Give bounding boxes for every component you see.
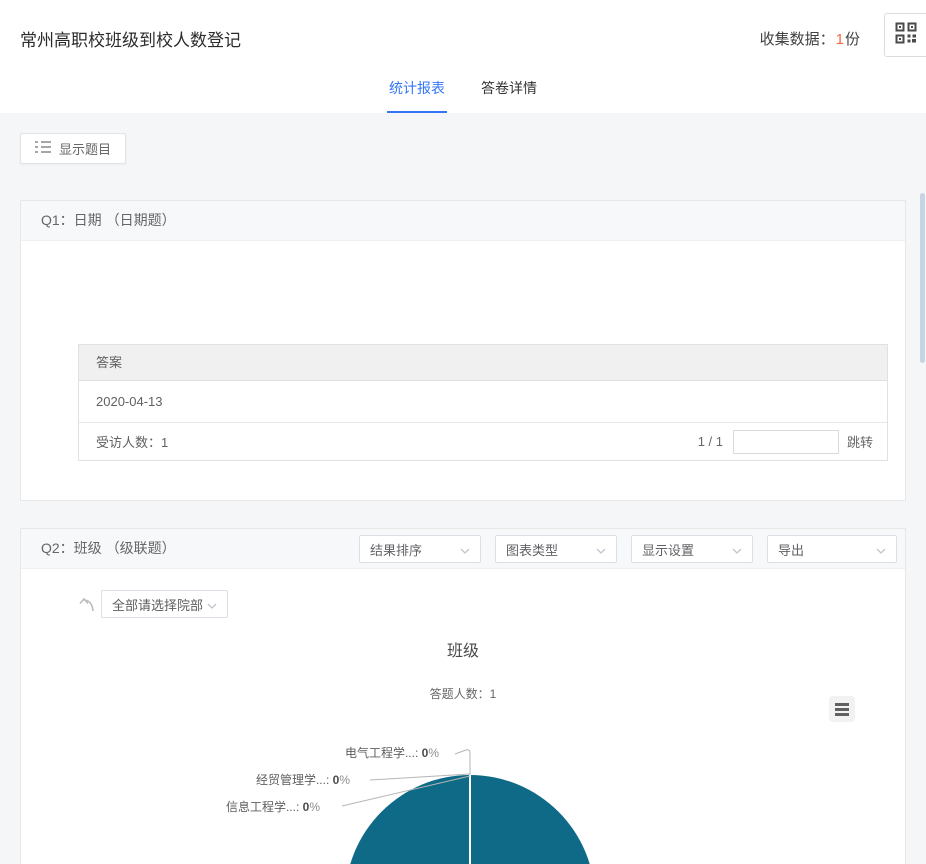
pie-label-text: 信息工程学...: xyxy=(225,800,303,814)
q2-header: Q2：班级 （级联题） 结果排序 图表类型 显示设置 导出 xyxy=(21,529,905,569)
table-footer-row: 受访人数：1 1 / 1 跳转 xyxy=(79,423,887,460)
chart-type-dropdown[interactable]: 图表类型 xyxy=(495,535,617,563)
chart-menu-button[interactable] xyxy=(829,696,855,722)
pie-label-pct: % xyxy=(339,773,350,787)
qr-code-icon xyxy=(895,22,917,49)
chevron-down-icon xyxy=(876,542,886,557)
chart-subtitle: 答题人数：1 xyxy=(429,687,497,701)
table-row: 2020-04-13 xyxy=(79,381,887,423)
chevron-down-icon xyxy=(596,542,606,557)
tab-report[interactable]: 统计报表 xyxy=(387,78,447,113)
page-jump-input[interactable] xyxy=(732,429,839,454)
tabs-bar: 统计报表 答卷详情 xyxy=(387,78,539,113)
q2-body: 全部请选择院部 班级 答题人数：1 电气工程学...: 0% 经贸管理学...:… xyxy=(21,569,905,864)
pie-label-pct: % xyxy=(309,800,320,814)
cascade-select[interactable]: 全部请选择院部 xyxy=(101,590,228,618)
respondents-count: 受访人数：1 xyxy=(96,435,169,450)
pie-label: 经贸管理学...: 0% xyxy=(256,771,350,788)
q2-title: Q2：班级 （级联题） xyxy=(41,540,176,556)
collect-info: 收集数据：1份 xyxy=(760,28,860,49)
chart-title: 班级 xyxy=(446,643,479,660)
table-header-cell: 答案 xyxy=(79,345,887,381)
sort-dropdown[interactable]: 结果排序 xyxy=(359,535,481,563)
q1-title: Q1：日期 （日期题） xyxy=(41,212,176,228)
pie-slice-divider xyxy=(469,775,471,864)
collect-count: 1 xyxy=(835,31,844,48)
chart-type-dropdown-label: 图表类型 xyxy=(506,542,559,558)
display-settings-dropdown[interactable]: 显示设置 xyxy=(631,535,753,563)
q1-card: Q1：日期 （日期题） 答案 2020-04-13 受访人数：1 1 / 1 跳… xyxy=(20,200,906,501)
show-questions-label: 显示题目 xyxy=(59,142,112,157)
pie-label: 信息工程学...: 0% xyxy=(226,798,320,815)
chevron-down-icon xyxy=(732,542,742,557)
export-dropdown-label: 导出 xyxy=(778,542,805,558)
scrollbar-thumb[interactable] xyxy=(920,193,925,363)
pie-label: 电气工程学...: 0% xyxy=(345,744,439,761)
collect-unit: 份 xyxy=(844,31,860,48)
page-title: 常州高职校班级到校人数登记 xyxy=(20,31,241,50)
pie-label-text: 经贸管理学...: xyxy=(255,773,333,787)
show-questions-button[interactable]: 显示题目 xyxy=(20,133,127,164)
answer-table: 答案 2020-04-13 受访人数：1 1 / 1 跳转 xyxy=(78,344,888,461)
sort-dropdown-label: 结果排序 xyxy=(370,542,423,558)
q2-card: Q2：班级 （级联题） 结果排序 图表类型 显示设置 导出 全部请选择院部 班级… xyxy=(20,528,906,864)
drill-up-arrow-icon[interactable] xyxy=(76,593,98,615)
chevron-down-icon xyxy=(460,542,470,557)
display-settings-dropdown-label: 显示设置 xyxy=(642,542,695,558)
page-indicator: 1 / 1 xyxy=(697,434,723,449)
chevron-down-icon xyxy=(207,597,217,612)
cascade-select-value: 全部请选择院部 xyxy=(112,597,204,613)
app-header: 常州高职校班级到校人数登记 收集数据：1份 统计报表 答卷详情 xyxy=(0,0,926,113)
q1-header: Q1：日期 （日期题） xyxy=(21,201,905,241)
qr-code-button[interactable] xyxy=(884,13,926,57)
tab-detail[interactable]: 答卷详情 xyxy=(479,78,539,113)
q1-body: 答案 2020-04-13 受访人数：1 1 / 1 跳转 xyxy=(21,241,905,501)
list-icon xyxy=(35,140,51,157)
collect-label: 收集数据： xyxy=(759,31,835,48)
pie-label-text: 电气工程学...: xyxy=(344,746,422,760)
export-dropdown[interactable]: 导出 xyxy=(767,535,897,563)
jump-button[interactable]: 跳转 xyxy=(847,432,873,451)
pie-label-pct: % xyxy=(428,746,439,760)
main-content: 显示题目 Q1：日期 （日期题） 答案 2020-04-13 受访人数：1 1 … xyxy=(0,113,926,864)
